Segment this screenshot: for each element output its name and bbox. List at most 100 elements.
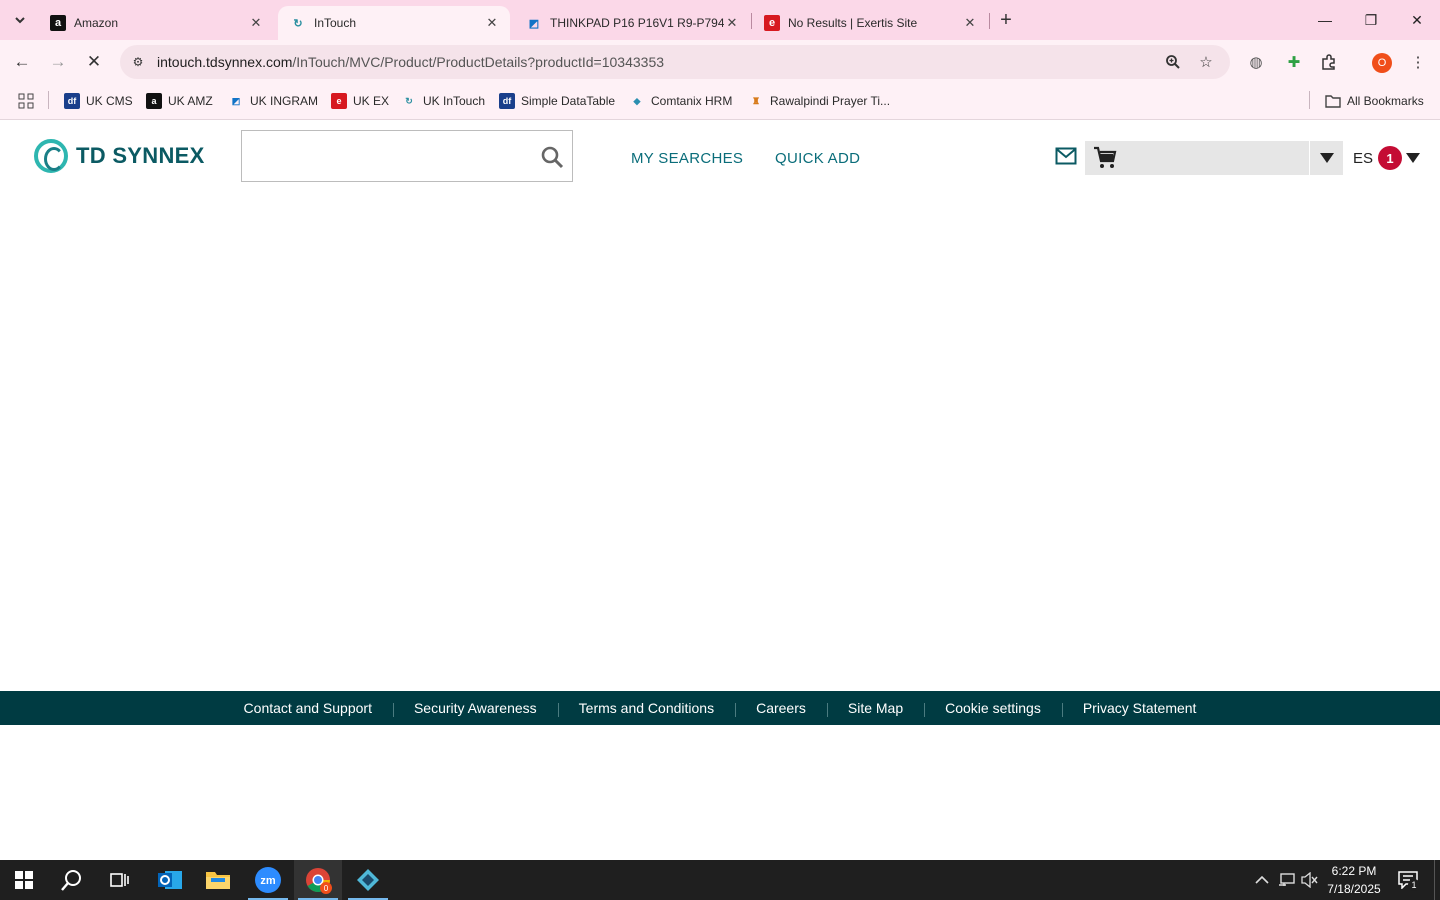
caret-down-icon [1319,153,1334,163]
taskbar-zoom[interactable]: zm [244,860,292,900]
all-bookmarks-button[interactable]: All Bookmarks [1325,93,1424,109]
extension-puzzle-plus-icon[interactable]: ✚ [1283,51,1305,73]
bookmark-label: UK InTouch [423,94,486,108]
bookmark-separator [1309,91,1310,109]
bookmark-simple-datatable[interactable]: df Simple DataTable [499,93,615,109]
tab-exertis[interactable]: e No Results | Exertis Site ✕ [752,6,988,40]
my-searches-link[interactable]: MY SEARCHES [631,150,743,167]
bookmark-uk-amz[interactable]: a UK AMZ [146,93,213,109]
caret-down-icon[interactable] [1406,153,1420,163]
minimize-icon: — [1318,12,1332,28]
bookmark-uk-intouch[interactable]: ↻ UK InTouch [401,93,485,109]
volume-muted-icon[interactable] [1300,870,1320,890]
search-icon[interactable] [540,145,564,169]
extensions-icon[interactable] [1318,51,1340,73]
notification-count: 1 [1408,879,1420,891]
close-tab-icon[interactable]: ✕ [248,15,264,31]
td-synnex-logo[interactable]: TD SYNNEX [34,139,205,173]
notifications-icon[interactable]: 1 [1398,870,1420,891]
plus-icon: + [1000,8,1012,31]
forward-button[interactable]: → [44,48,72,76]
start-button[interactable] [0,860,48,900]
zoom-app-icon: zm [255,867,281,893]
bookmark-uk-cms[interactable]: df UK CMS [64,93,133,109]
product-search[interactable] [241,130,573,182]
taskbar-app[interactable] [344,860,392,900]
site-info-icon[interactable]: ⚙ [128,52,148,72]
bookmark-star-icon[interactable]: ☆ [1196,52,1216,72]
apps-grid-icon[interactable] [18,93,34,109]
bookmark-label: UK EX [353,94,390,108]
close-tab-icon[interactable]: ✕ [724,15,740,31]
stop-loading-button[interactable]: ✕ [80,48,108,76]
cart-dropdown-button[interactable] [1309,141,1343,175]
tab-thinkpad[interactable]: ◩ THINKPAD P16 P16V1 R9-P7940 ✕ [514,6,750,40]
cart-icon[interactable] [1093,146,1117,170]
amazon-icon: a [50,15,66,31]
chevron-down-icon [15,17,25,24]
translate-icon[interactable]: ◍ [1245,51,1267,73]
svg-text:zm: zm [260,875,276,887]
footer-link-site-map[interactable]: Site Map [826,700,924,717]
footer-link-privacy[interactable]: Privacy Statement [1061,700,1218,717]
close-icon: ✕ [86,52,102,71]
close-tab-icon[interactable]: ✕ [962,15,978,31]
bookmark-label: UK CMS [86,94,133,108]
mail-icon[interactable] [1055,147,1077,165]
bookmark-rawalpindi-prayer[interactable]: ♜ Rawalpindi Prayer Ti... [748,93,890,109]
bookmark-uk-ex[interactable]: e UK EX [331,93,389,109]
tab-title: No Results | Exertis Site [788,16,918,30]
bookmark-label: Comtanix HRM [651,94,733,108]
url-text[interactable]: intouch.tdsynnex.com/InTouch/MVC/Product… [157,54,664,70]
user-initials[interactable]: ES [1353,150,1373,167]
tab-amazon[interactable]: a Amazon ✕ [38,6,274,40]
footer-link-careers[interactable]: Careers [735,700,827,717]
browser-toolbar: ← → ✕ ⚙ intouch.tdsynnex.com/InTouch/MVC… [0,40,1440,84]
tab-title: InTouch [314,16,357,30]
search-input[interactable] [250,141,530,171]
back-button[interactable]: ← [8,48,36,76]
bookmark-comtanix-hrm[interactable]: ◆ Comtanix HRM [629,93,733,109]
close-window-button[interactable]: ✕ [1394,0,1440,40]
prayer-icon: ♜ [751,95,761,106]
menu-kebab-icon[interactable]: ⋮ [1407,51,1429,73]
chrome-badge: 0 [320,882,332,894]
bookmark-uk-ingram[interactable]: ◩ UK INGRAM [228,93,318,109]
bookmark-label: Simple DataTable [521,94,616,108]
footer-link-terms[interactable]: Terms and Conditions [557,700,735,717]
taskbar-search-button[interactable] [48,860,96,900]
clock-time: 6:22 PM [1331,864,1377,878]
footer-link-security-awareness[interactable]: Security Awareness [392,700,558,717]
hrm-icon: ◆ [633,95,641,106]
show-desktop-button[interactable] [1434,860,1440,900]
tab-intouch[interactable]: ↻ InTouch ✕ [278,6,510,40]
folder-icon [206,872,230,889]
td-synnex-logo-icon [34,139,68,173]
tab-separator [989,13,990,29]
footer-link-contact-support[interactable]: Contact and Support [223,700,393,716]
app-diamond-icon [357,869,379,891]
zoom-icon[interactable] [1163,52,1183,72]
task-view-button[interactable] [96,860,144,900]
windows-start-icon [15,871,33,889]
taskbar-chrome[interactable]: 0 [294,860,342,900]
network-icon[interactable] [1277,870,1297,890]
bookmark-label: Rawalpindi Prayer Ti... [770,94,891,108]
tab-search-button[interactable] [6,7,34,33]
taskbar-clock[interactable]: 6:22 PM 7/18/2025 [1322,862,1386,898]
close-tab-icon[interactable]: ✕ [484,15,500,31]
cart-bar[interactable] [1085,141,1343,175]
taskbar-file-explorer[interactable] [194,860,242,900]
exertis-icon: e [764,15,780,31]
quick-add-link[interactable]: QUICK ADD [775,150,860,167]
close-icon: ✕ [1411,11,1423,28]
restore-button[interactable]: ❐ [1348,0,1394,40]
notification-badge[interactable]: 1 [1378,146,1402,170]
new-tab-button[interactable]: + [994,8,1018,32]
footer-link-cookie-settings[interactable]: Cookie settings [924,700,1062,717]
profile-avatar[interactable]: O [1372,53,1392,73]
minimize-button[interactable]: — [1302,0,1348,40]
address-bar[interactable]: ⚙ intouch.tdsynnex.com/InTouch/MVC/Produ… [120,45,1230,79]
show-hidden-icons-chevron-up-icon[interactable] [1252,870,1272,890]
taskbar-outlook[interactable] [146,860,194,900]
